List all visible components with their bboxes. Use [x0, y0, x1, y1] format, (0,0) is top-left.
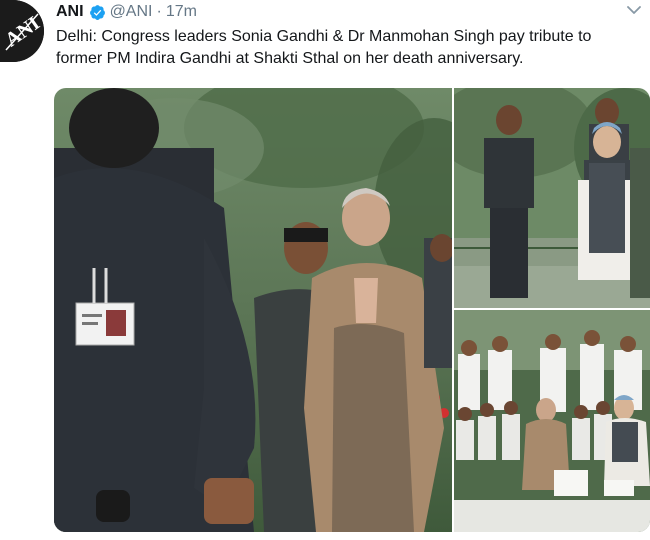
author-handle[interactable]: @ANI [110, 3, 153, 21]
ani-logo-icon: ANI [0, 0, 44, 62]
avatar[interactable]: ANI [0, 0, 44, 62]
chevron-down-icon[interactable] [626, 2, 642, 18]
author-name[interactable]: ANI [56, 3, 84, 21]
separator-dot: · [156, 3, 162, 20]
photo-manmohan-singh-tribute[interactable] [454, 88, 650, 308]
verified-badge-icon [89, 4, 105, 20]
media-grid [54, 88, 650, 532]
timestamp[interactable]: 17m [166, 3, 197, 21]
tweet-card[interactable]: ANI ANI @ANI · 17m Delhi: Congress leade… [0, 0, 650, 540]
tweet-text: Delhi: Congress leaders Sonia Gandhi & D… [56, 26, 641, 70]
tweet-text-line-2: former PM Indira Gandhi at Shakti Sthal … [56, 50, 524, 67]
photo-sonia-gandhi-tribute[interactable] [54, 88, 452, 532]
tweet-header: ANI @ANI · 17m [56, 2, 197, 22]
photo-leaders-seated[interactable] [454, 310, 650, 532]
tweet-text-line-1: Delhi: Congress leaders Sonia Gandhi & D… [56, 28, 592, 45]
